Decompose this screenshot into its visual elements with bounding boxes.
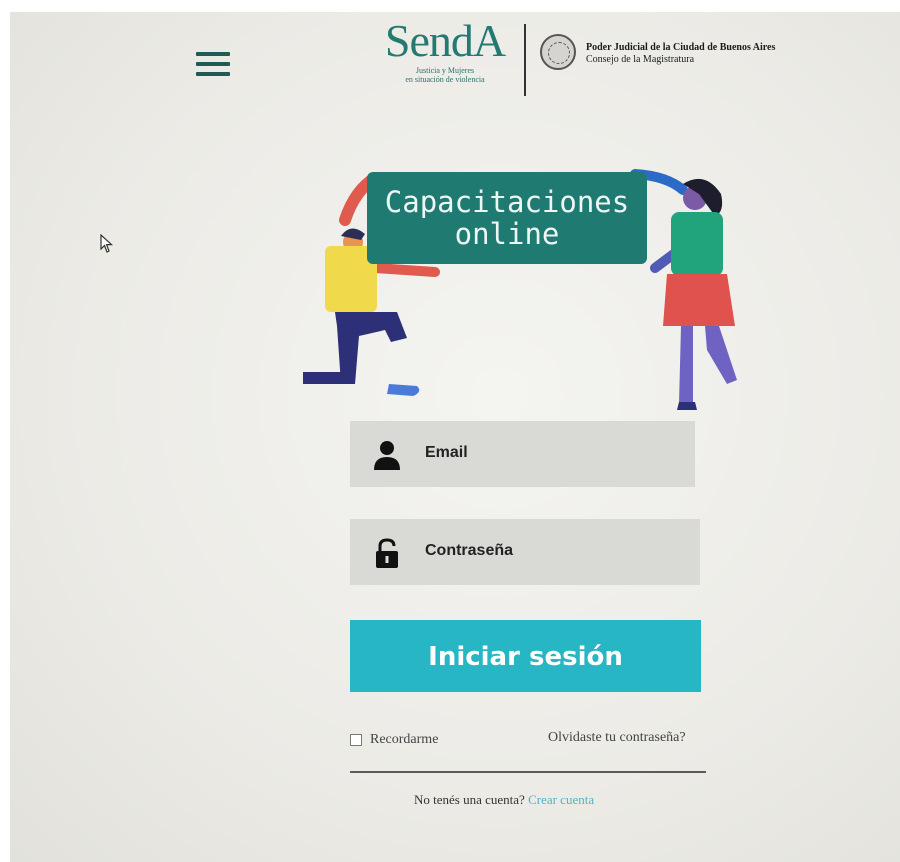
password-placeholder: Contraseña [425,542,514,559]
no-account-text: No tenés una cuenta? [414,792,525,807]
judicial-seal-icon [540,34,576,70]
remember-checkbox[interactable] [350,734,362,746]
password-field[interactable]: Contraseña [350,519,700,585]
email-field[interactable]: Email [350,421,695,487]
logo-tagline-2: en situación de violencia [405,75,485,84]
senda-logo: SendA Justicia y Mujeres en situación de… [365,18,525,98]
remember-me[interactable]: Recordarme [350,732,438,748]
user-icon [374,441,400,470]
create-account-link[interactable]: Crear cuenta [528,792,594,807]
header-divider [524,24,526,96]
org-line-1: Poder Judicial de la Ciudad de Buenos Ai… [586,42,776,53]
email-placeholder: Email [425,444,468,461]
capacitaciones-banner: Capacitaciones online [367,172,647,264]
form-divider [350,771,706,773]
login-button[interactable]: Iniciar sesión [350,620,701,692]
login-screen: SendA Justicia y Mujeres en situación de… [10,12,900,862]
mouse-pointer-icon [100,234,114,253]
banner-line-2: online [454,217,560,251]
remember-label: Recordarme [370,732,439,747]
forgot-password-link[interactable]: Olvidaste tu contraseña? [548,730,686,746]
signup-prompt: No tenés una cuenta? Crear cuenta [414,792,594,808]
hamburger-menu-icon[interactable] [196,52,230,78]
org-line-2: Consejo de la Magistratura [586,54,695,65]
logo-tagline-1: Justicia y Mujeres [415,66,475,75]
org-name: Poder Judicial de la Ciudad de Buenos Ai… [586,42,775,65]
unlock-icon [376,538,398,568]
banner-line-1: Capacitaciones [384,185,630,219]
training-illustration: Capacitaciones online [295,150,755,412]
logo-title: SendA [384,15,506,66]
